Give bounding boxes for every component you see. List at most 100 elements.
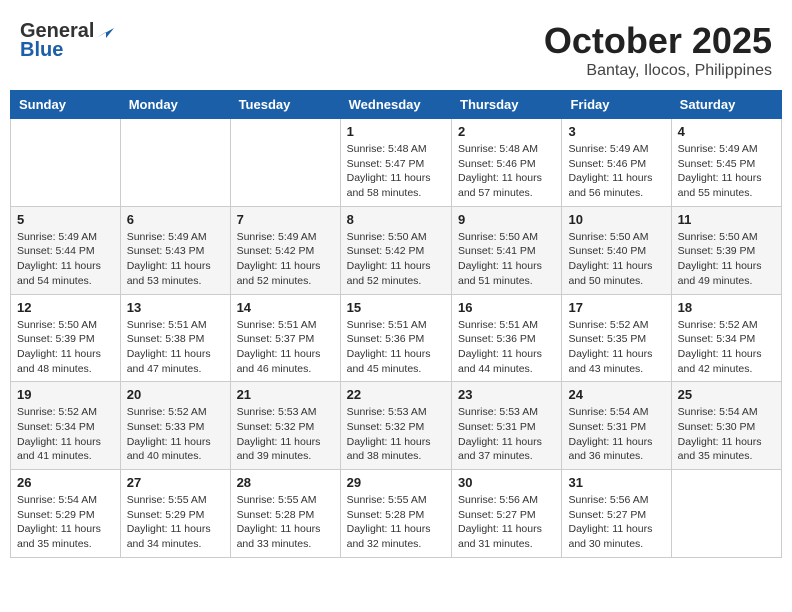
day-info: Sunrise: 5:49 AM Sunset: 5:46 PM Dayligh… <box>568 142 664 201</box>
day-info: Sunrise: 5:50 AM Sunset: 5:39 PM Dayligh… <box>678 230 775 289</box>
day-number: 25 <box>678 387 775 402</box>
calendar-cell: 20 Sunrise: 5:52 AM Sunset: 5:33 PM Dayli… <box>120 382 230 470</box>
calendar-cell: 30Sunrise: 5:56 AM Sunset: 5:27 PM Dayli… <box>452 470 562 558</box>
day-info: Sunrise: 5:50 AM Sunset: 5:41 PM Dayligh… <box>458 230 555 289</box>
week-row: 26Sunrise: 5:54 AM Sunset: 5:29 PM Dayli… <box>11 470 782 558</box>
calendar-cell: 1 Sunrise: 5:48 AM Sunset: 5:47 PM Daylig… <box>340 119 451 207</box>
day-number: 1 <box>347 124 445 139</box>
day-number: 3 <box>568 124 664 139</box>
day-number: 20 <box>127 387 224 402</box>
weekday-header: Thursday <box>452 91 562 119</box>
calendar-cell: 22 Sunrise: 5:53 AM Sunset: 5:32 PM Dayli… <box>340 382 451 470</box>
weekday-header: Saturday <box>671 91 781 119</box>
weekday-header: Friday <box>562 91 671 119</box>
calendar-cell: 18 Sunrise: 5:52 AM Sunset: 5:34 PM Dayli… <box>671 294 781 382</box>
week-row: 12Sunrise: 5:50 AM Sunset: 5:39 PM Dayli… <box>11 294 782 382</box>
calendar-cell: 9 Sunrise: 5:50 AM Sunset: 5:41 PM Daylig… <box>452 206 562 294</box>
day-info: Sunrise: 5:55 AM Sunset: 5:28 PM Dayligh… <box>237 493 334 552</box>
calendar-cell: 21 Sunrise: 5:53 AM Sunset: 5:32 PM Dayli… <box>230 382 340 470</box>
calendar-cell: 27 Sunrise: 5:55 AM Sunset: 5:29 PM Dayli… <box>120 470 230 558</box>
day-number: 10 <box>568 212 664 227</box>
day-number: 28 <box>237 475 334 490</box>
day-number: 11 <box>678 212 775 227</box>
logo-bird-icon <box>96 22 114 38</box>
day-info: Sunrise: 5:48 AM Sunset: 5:46 PM Dayligh… <box>458 142 555 201</box>
day-number: 16 <box>458 300 555 315</box>
day-number: 7 <box>237 212 334 227</box>
weekday-header-row: SundayMondayTuesdayWednesdayThursdayFrid… <box>11 91 782 119</box>
day-number: 19 <box>17 387 114 402</box>
day-number: 26 <box>17 475 114 490</box>
day-info: Sunrise: 5:51 AM Sunset: 5:38 PM Dayligh… <box>127 318 224 377</box>
day-number: 22 <box>347 387 445 402</box>
day-info: Sunrise: 5:49 AM Sunset: 5:43 PM Dayligh… <box>127 230 224 289</box>
week-row: 5 Sunrise: 5:49 AM Sunset: 5:44 PM Daylig… <box>11 206 782 294</box>
page-header: General Blue October 2025 Bantay, Ilocos… <box>10 10 782 85</box>
calendar-cell: 23Sunrise: 5:53 AM Sunset: 5:31 PM Dayli… <box>452 382 562 470</box>
day-number: 13 <box>127 300 224 315</box>
day-info: Sunrise: 5:51 AM Sunset: 5:37 PM Dayligh… <box>237 318 334 377</box>
day-info: Sunrise: 5:54 AM Sunset: 5:31 PM Dayligh… <box>568 405 664 464</box>
day-number: 27 <box>127 475 224 490</box>
calendar-cell: 3 Sunrise: 5:49 AM Sunset: 5:46 PM Daylig… <box>562 119 671 207</box>
calendar-cell: 12Sunrise: 5:50 AM Sunset: 5:39 PM Dayli… <box>11 294 121 382</box>
calendar-cell: 31Sunrise: 5:56 AM Sunset: 5:27 PM Dayli… <box>562 470 671 558</box>
day-info: Sunrise: 5:55 AM Sunset: 5:28 PM Dayligh… <box>347 493 445 552</box>
day-info: Sunrise: 5:54 AM Sunset: 5:30 PM Dayligh… <box>678 405 775 464</box>
day-info: Sunrise: 5:49 AM Sunset: 5:44 PM Dayligh… <box>17 230 114 289</box>
calendar-cell: 4 Sunrise: 5:49 AM Sunset: 5:45 PM Daylig… <box>671 119 781 207</box>
day-info: Sunrise: 5:52 AM Sunset: 5:34 PM Dayligh… <box>678 318 775 377</box>
calendar-cell <box>230 119 340 207</box>
weekday-header: Tuesday <box>230 91 340 119</box>
day-number: 17 <box>568 300 664 315</box>
logo: General Blue <box>20 20 114 62</box>
logo-blue: Blue <box>20 39 63 62</box>
day-number: 21 <box>237 387 334 402</box>
day-number: 31 <box>568 475 664 490</box>
day-number: 5 <box>17 212 114 227</box>
calendar-cell: 17Sunrise: 5:52 AM Sunset: 5:35 PM Dayli… <box>562 294 671 382</box>
month-title: October 2025 <box>544 20 772 62</box>
calendar-cell: 15Sunrise: 5:51 AM Sunset: 5:36 PM Dayli… <box>340 294 451 382</box>
calendar-cell: 14 Sunrise: 5:51 AM Sunset: 5:37 PM Dayli… <box>230 294 340 382</box>
day-number: 14 <box>237 300 334 315</box>
day-info: Sunrise: 5:49 AM Sunset: 5:42 PM Dayligh… <box>237 230 334 289</box>
day-info: Sunrise: 5:50 AM Sunset: 5:42 PM Dayligh… <box>347 230 445 289</box>
day-number: 30 <box>458 475 555 490</box>
day-number: 9 <box>458 212 555 227</box>
calendar-cell: 16Sunrise: 5:51 AM Sunset: 5:36 PM Dayli… <box>452 294 562 382</box>
calendar-cell: 8 Sunrise: 5:50 AM Sunset: 5:42 PM Daylig… <box>340 206 451 294</box>
calendar-cell: 6 Sunrise: 5:49 AM Sunset: 5:43 PM Daylig… <box>120 206 230 294</box>
day-info: Sunrise: 5:52 AM Sunset: 5:33 PM Dayligh… <box>127 405 224 464</box>
day-info: Sunrise: 5:53 AM Sunset: 5:32 PM Dayligh… <box>347 405 445 464</box>
title-block: October 2025 Bantay, Ilocos, Philippines <box>544 20 772 80</box>
day-number: 29 <box>347 475 445 490</box>
day-info: Sunrise: 5:52 AM Sunset: 5:34 PM Dayligh… <box>17 405 114 464</box>
day-number: 15 <box>347 300 445 315</box>
location-title: Bantay, Ilocos, Philippines <box>544 62 772 80</box>
calendar-cell: 29 Sunrise: 5:55 AM Sunset: 5:28 PM Dayli… <box>340 470 451 558</box>
day-number: 6 <box>127 212 224 227</box>
day-info: Sunrise: 5:53 AM Sunset: 5:32 PM Dayligh… <box>237 405 334 464</box>
calendar-cell: 7 Sunrise: 5:49 AM Sunset: 5:42 PM Daylig… <box>230 206 340 294</box>
day-info: Sunrise: 5:48 AM Sunset: 5:47 PM Dayligh… <box>347 142 445 201</box>
calendar-cell: 24 Sunrise: 5:54 AM Sunset: 5:31 PM Dayli… <box>562 382 671 470</box>
calendar-cell: 5 Sunrise: 5:49 AM Sunset: 5:44 PM Daylig… <box>11 206 121 294</box>
day-number: 8 <box>347 212 445 227</box>
day-number: 24 <box>568 387 664 402</box>
calendar-cell: 28 Sunrise: 5:55 AM Sunset: 5:28 PM Dayli… <box>230 470 340 558</box>
day-info: Sunrise: 5:55 AM Sunset: 5:29 PM Dayligh… <box>127 493 224 552</box>
calendar-cell: 26Sunrise: 5:54 AM Sunset: 5:29 PM Dayli… <box>11 470 121 558</box>
day-number: 23 <box>458 387 555 402</box>
calendar-table: SundayMondayTuesdayWednesdayThursdayFrid… <box>10 90 782 558</box>
day-number: 2 <box>458 124 555 139</box>
calendar-cell <box>11 119 121 207</box>
calendar-cell <box>671 470 781 558</box>
calendar-cell: 13 Sunrise: 5:51 AM Sunset: 5:38 PM Dayli… <box>120 294 230 382</box>
day-number: 12 <box>17 300 114 315</box>
calendar-cell: 10Sunrise: 5:50 AM Sunset: 5:40 PM Dayli… <box>562 206 671 294</box>
day-number: 18 <box>678 300 775 315</box>
calendar-cell: 11 Sunrise: 5:50 AM Sunset: 5:39 PM Dayli… <box>671 206 781 294</box>
day-info: Sunrise: 5:49 AM Sunset: 5:45 PM Dayligh… <box>678 142 775 201</box>
day-number: 4 <box>678 124 775 139</box>
